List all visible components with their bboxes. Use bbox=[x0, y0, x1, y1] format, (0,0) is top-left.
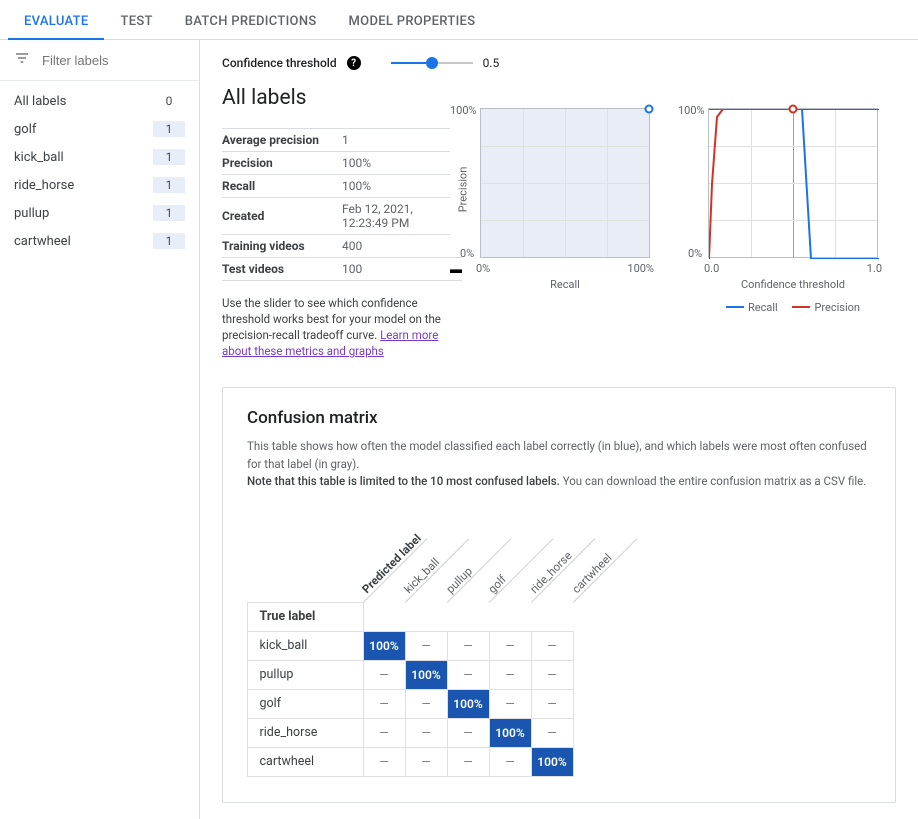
label-item-count: 0 bbox=[153, 93, 185, 109]
label-item-all[interactable]: All labels 0 bbox=[0, 87, 199, 115]
cm-cell: 100% bbox=[531, 747, 574, 777]
legend-recall: Recall bbox=[726, 301, 778, 314]
cm-cell: — bbox=[405, 718, 448, 748]
cm-cell: — bbox=[363, 660, 406, 690]
filter-icon bbox=[14, 50, 30, 70]
cm-cell: — bbox=[531, 631, 574, 661]
metrics-table: Average precision1 Precision100% Recall1… bbox=[222, 128, 462, 281]
main-content: Confidence threshold ? 0.5 All labels Av… bbox=[200, 40, 918, 819]
cm-cell: — bbox=[405, 631, 448, 661]
cm-cell: — bbox=[489, 660, 532, 690]
cm-cell: — bbox=[405, 689, 448, 719]
filter-labels-input[interactable] bbox=[40, 52, 220, 69]
label-item-text: cartwheel bbox=[14, 234, 71, 249]
metric-key: Precision bbox=[222, 152, 342, 175]
hint-text: Use the slider to see which confidence t… bbox=[222, 295, 462, 359]
threshold-chart: 100% 0% 0.0 bbox=[708, 108, 878, 258]
metric-key: Training videos bbox=[222, 235, 342, 258]
label-list: All labels 0 golf 1 kick_ball 1 ride_hor… bbox=[0, 81, 199, 261]
true-label-header: True label bbox=[247, 602, 364, 632]
section-title: All labels bbox=[222, 86, 462, 110]
cm-cell: 100% bbox=[363, 631, 406, 661]
label-item-pullup[interactable]: pullup 1 bbox=[0, 199, 199, 227]
threshold-slider[interactable] bbox=[391, 56, 473, 70]
cm-cell: — bbox=[531, 689, 574, 719]
cm-cell: 100% bbox=[489, 718, 532, 748]
pr-point bbox=[645, 105, 654, 114]
cm-row-label: golf bbox=[247, 689, 364, 719]
sidebar: All labels 0 golf 1 kick_ball 1 ride_hor… bbox=[0, 40, 200, 819]
metric-value: 100% bbox=[342, 175, 450, 198]
pr-chart: 100% 0% Precision 0% 100% Recall bbox=[480, 108, 650, 258]
label-item-text: pullup bbox=[14, 206, 49, 221]
cm-cell: — bbox=[489, 747, 532, 777]
tab-test[interactable]: TEST bbox=[104, 14, 168, 39]
cm-row-label: ride_horse bbox=[247, 718, 364, 748]
cm-cell: — bbox=[363, 718, 406, 748]
cm-cell: — bbox=[447, 718, 490, 748]
metric-value: 1 bbox=[342, 129, 450, 152]
cm-cell: — bbox=[447, 747, 490, 777]
tab-evaluate[interactable]: EVALUATE bbox=[8, 14, 104, 40]
label-item-count: 1 bbox=[153, 177, 185, 193]
metric-key: Average precision bbox=[222, 129, 342, 152]
confusion-matrix: Predicted label kick_ball pullup golf ri… bbox=[247, 506, 871, 776]
label-item-count: 1 bbox=[153, 121, 185, 137]
metric-value: 100 bbox=[342, 258, 450, 281]
cm-col-header: kick_ball bbox=[401, 555, 442, 596]
cm-cell: — bbox=[447, 660, 490, 690]
legend-precision: Precision bbox=[792, 301, 860, 314]
confusion-matrix-title: Confusion matrix bbox=[247, 408, 871, 428]
label-item-text: golf bbox=[14, 122, 36, 137]
label-item-count: 1 bbox=[153, 233, 185, 249]
label-item-count: 1 bbox=[153, 149, 185, 165]
metric-key: Created bbox=[222, 198, 342, 235]
cm-cell: 100% bbox=[447, 689, 490, 719]
metric-key: Test videos bbox=[222, 258, 342, 281]
threshold-point bbox=[789, 105, 798, 114]
cm-col-header: golf bbox=[485, 572, 509, 596]
tab-model-properties[interactable]: MODEL PROPERTIES bbox=[333, 14, 492, 39]
cm-row-label: cartwheel bbox=[247, 747, 364, 777]
cm-cell: — bbox=[489, 689, 532, 719]
cm-cell: — bbox=[447, 631, 490, 661]
label-item-cartwheel[interactable]: cartwheel 1 bbox=[0, 227, 199, 255]
label-item-text: kick_ball bbox=[14, 150, 64, 165]
label-item-kick-ball[interactable]: kick_ball 1 bbox=[0, 143, 199, 171]
cm-cell: 100% bbox=[405, 660, 448, 690]
label-item-text: All labels bbox=[14, 94, 66, 109]
label-item-golf[interactable]: golf 1 bbox=[0, 115, 199, 143]
cm-cell: — bbox=[405, 747, 448, 777]
label-item-text: ride_horse bbox=[14, 178, 74, 193]
cm-row-label: pullup bbox=[247, 660, 364, 690]
label-item-ride-horse[interactable]: ride_horse 1 bbox=[0, 171, 199, 199]
cm-cell: — bbox=[363, 689, 406, 719]
cm-cell: — bbox=[363, 747, 406, 777]
metric-value: 400 bbox=[342, 235, 450, 258]
cm-cell: — bbox=[531, 660, 574, 690]
threshold-label: Confidence threshold bbox=[222, 56, 337, 70]
help-icon[interactable]: ? bbox=[347, 56, 361, 70]
tab-batch-predictions[interactable]: BATCH PREDICTIONS bbox=[169, 14, 333, 39]
cm-row-label: kick_ball bbox=[247, 631, 364, 661]
cm-cell: — bbox=[489, 631, 532, 661]
expand-icon[interactable]: ▬ bbox=[450, 262, 462, 276]
metric-value: 100% bbox=[342, 152, 450, 175]
metric-key: Recall bbox=[222, 175, 342, 198]
metric-value: Feb 12, 2021, 12:23:49 PM bbox=[342, 198, 450, 235]
label-item-count: 1 bbox=[153, 205, 185, 221]
threshold-value: 0.5 bbox=[483, 56, 500, 70]
top-tabs: EVALUATE TEST BATCH PREDICTIONS MODEL PR… bbox=[0, 0, 918, 40]
cm-cell: — bbox=[531, 718, 574, 748]
confusion-matrix-card: Confusion matrix This table shows how of… bbox=[222, 387, 896, 803]
